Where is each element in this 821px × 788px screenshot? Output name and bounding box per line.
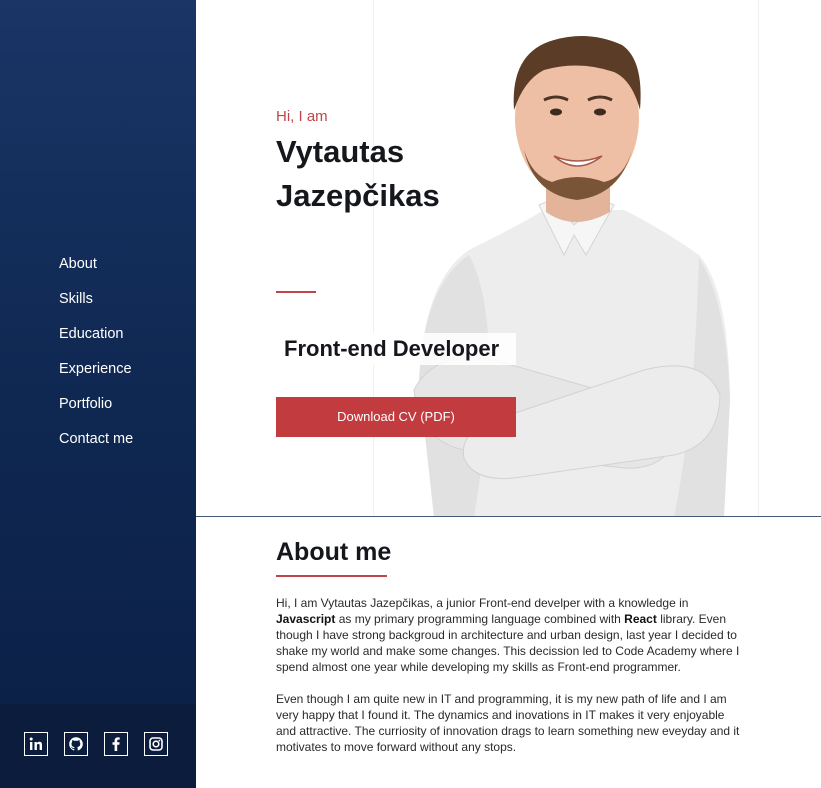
linkedin-icon[interactable] xyxy=(24,732,48,756)
nav-item-portfolio[interactable]: Portfolio xyxy=(59,395,133,430)
nav-item-experience[interactable]: Experience xyxy=(59,360,133,395)
download-cv-button[interactable]: Download CV (PDF) xyxy=(276,397,516,437)
main-nav: About Skills Education Experience Portfo… xyxy=(59,255,133,465)
hero-section: Hi, I am Vytautas Jazepčikas Front-end D… xyxy=(196,0,821,517)
hero-divider xyxy=(276,291,316,293)
hero-name-last: Jazepčikas xyxy=(276,178,440,213)
about-p1-text-a: Hi, I am Vytautas Jazepčikas, a junior F… xyxy=(276,595,689,610)
about-p1-javascript: Javascript xyxy=(276,611,336,626)
hero-greeting: Hi, I am xyxy=(276,108,328,125)
hero-name: Vytautas Jazepčikas xyxy=(276,130,516,218)
profile-photo xyxy=(373,0,759,517)
nav-item-education[interactable]: Education xyxy=(59,325,133,360)
nav-item-about[interactable]: About xyxy=(59,255,133,290)
github-icon[interactable] xyxy=(64,732,88,756)
social-bar xyxy=(0,704,196,788)
facebook-icon[interactable] xyxy=(104,732,128,756)
about-section: About me Hi, I am Vytautas Jazepčikas, a… xyxy=(276,536,746,755)
hero-role: Front-end Developer xyxy=(276,333,516,365)
hero-name-first: Vytautas xyxy=(276,134,405,169)
nav-item-contact[interactable]: Contact me xyxy=(59,430,133,465)
nav-item-skills[interactable]: Skills xyxy=(59,290,133,325)
about-title-underline xyxy=(276,575,387,577)
about-paragraph-2: Even though I am quite new in IT and pro… xyxy=(276,691,740,754)
sidebar: About Skills Education Experience Portfo… xyxy=(0,0,196,788)
hero-bottom-divider xyxy=(196,516,821,517)
about-title: About me xyxy=(276,538,392,566)
about-p1-react: React xyxy=(624,611,657,626)
instagram-icon[interactable] xyxy=(144,732,168,756)
about-paragraph-1: Hi, I am Vytautas Jazepčikas, a junior F… xyxy=(276,595,746,675)
about-p1-text-b: as my primary programming language combi… xyxy=(335,611,625,626)
